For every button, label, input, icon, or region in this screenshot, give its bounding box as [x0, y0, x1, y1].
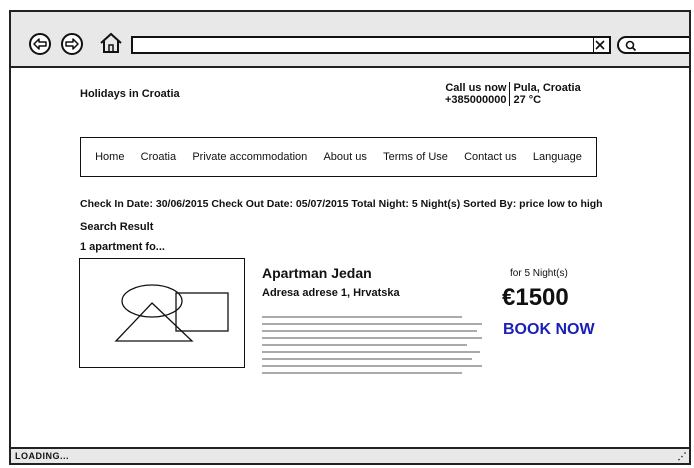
apartment-name[interactable]: Apartman Jedan: [262, 265, 372, 281]
result-count: 1 apartment fo...: [80, 241, 165, 253]
description-text-placeholder: [262, 316, 482, 374]
temperature-label: 27 °C: [513, 94, 542, 106]
apartment-image[interactable]: [79, 258, 245, 368]
nights-label: for 5 Night(s): [510, 268, 568, 279]
phone-number[interactable]: +385000000: [445, 94, 506, 106]
status-bar: LOADING... ⋰: [11, 447, 689, 463]
resize-grip-icon[interactable]: ⋰: [678, 449, 688, 463]
main-menu: Home Croatia Private accommodation About…: [80, 137, 597, 177]
book-now-button[interactable]: BOOK NOW: [503, 321, 595, 339]
browser-window: Holidays in Croatia Call us now +3850000…: [9, 10, 691, 465]
menu-item-language[interactable]: Language: [533, 151, 582, 163]
call-us-label: Call us now: [445, 82, 507, 94]
apartment-address: Adresa adrese 1, Hrvatska: [262, 287, 400, 299]
menu-item-home[interactable]: Home: [95, 151, 124, 163]
menu-item-croatia[interactable]: Croatia: [141, 151, 176, 163]
page-content: Holidays in Croatia Call us now +3850000…: [11, 12, 689, 463]
location-label: Pula, Croatia: [513, 82, 581, 94]
status-text: LOADING...: [15, 451, 69, 461]
contact-info: Call us now +385000000 Pula, Croatia 27 …: [445, 82, 581, 106]
menu-item-contact-us[interactable]: Contact us: [464, 151, 517, 163]
search-result-heading: Search Result: [80, 221, 154, 233]
image-placeholder-icon: [114, 284, 229, 342]
search-criteria: Check In Date: 30/06/2015 Check Out Date…: [80, 198, 603, 210]
menu-item-about-us[interactable]: About us: [323, 151, 366, 163]
menu-item-private-accommodation[interactable]: Private accommodation: [192, 151, 307, 163]
menu-item-terms-of-use[interactable]: Terms of Use: [383, 151, 448, 163]
price-label: €1500: [502, 284, 569, 311]
site-title[interactable]: Holidays in Croatia: [80, 88, 180, 100]
